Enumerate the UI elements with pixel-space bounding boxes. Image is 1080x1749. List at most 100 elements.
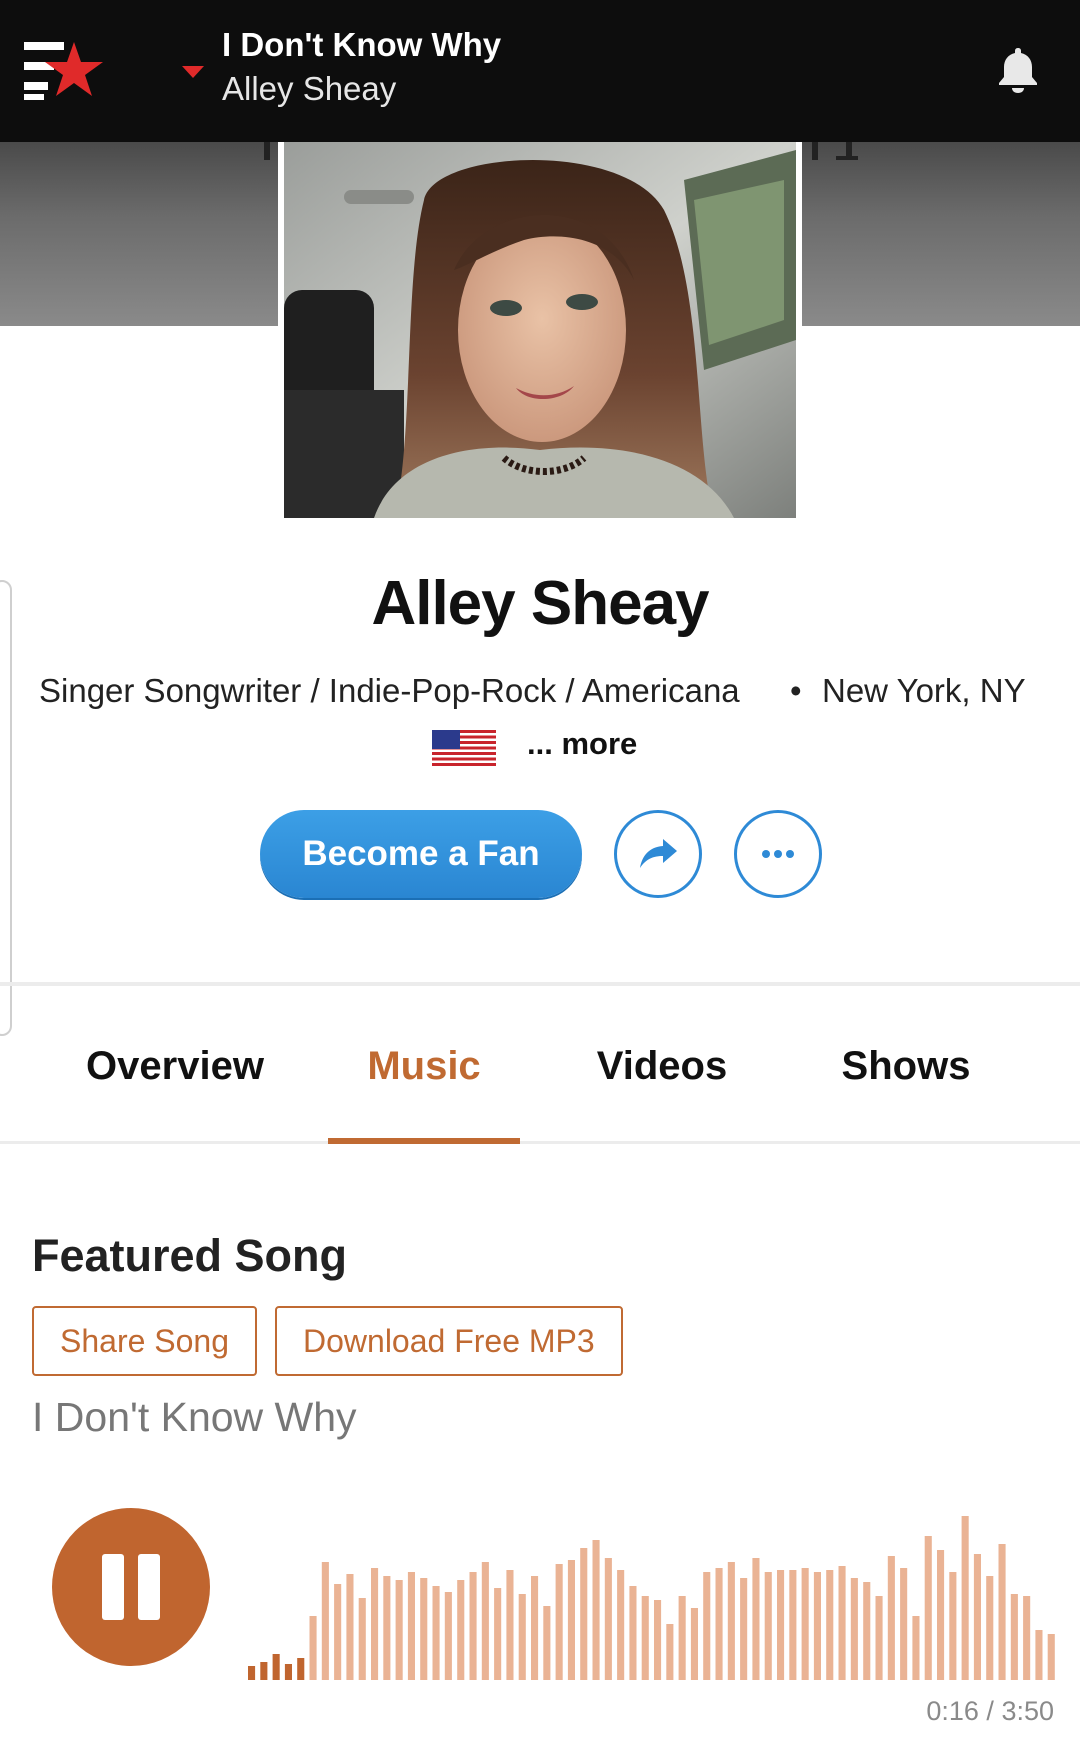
waveform-bar <box>260 1662 268 1680</box>
waveform-bar <box>777 1570 785 1680</box>
tab-music[interactable]: Music <box>328 986 520 1144</box>
now-playing-title[interactable]: I Don't Know Why <box>222 26 501 64</box>
waveform-bar <box>924 1536 932 1680</box>
waveform-bar <box>801 1568 809 1680</box>
waveform-bar <box>457 1580 465 1680</box>
waveform-bar <box>641 1596 649 1680</box>
artist-portrait-image <box>284 140 796 518</box>
banner-decoration <box>264 142 270 160</box>
waveform-bar <box>297 1658 305 1680</box>
waveform-bar <box>580 1548 588 1680</box>
waveform-bar <box>407 1572 415 1680</box>
waveform-bar <box>826 1570 834 1680</box>
waveform-bar <box>678 1596 686 1680</box>
banner-decoration <box>812 142 858 160</box>
waveform-bar <box>752 1558 760 1680</box>
waveform-bar <box>740 1578 748 1680</box>
waveform-bar <box>1035 1630 1043 1680</box>
waveform-bar <box>1047 1634 1055 1680</box>
divider <box>0 1141 1080 1144</box>
waveform-bar <box>358 1598 366 1680</box>
reverbnation-logo-icon[interactable] <box>24 40 106 102</box>
top-bar: I Don't Know Why Alley Sheay <box>0 0 1080 142</box>
more-options-button[interactable] <box>734 810 822 898</box>
profile-tabs: Overview Music Videos Shows <box>0 986 1080 1144</box>
waveform-bar <box>469 1572 477 1680</box>
become-fan-button[interactable]: Become a Fan <box>260 810 582 898</box>
waveform-bar <box>703 1572 711 1680</box>
download-mp3-button[interactable]: Download Free MP3 <box>275 1306 623 1376</box>
waveform-bar <box>838 1566 846 1680</box>
artist-name: Alley Sheay <box>371 569 709 638</box>
waveform-bar <box>863 1582 871 1680</box>
waveform-bar <box>567 1560 575 1680</box>
caret-down-icon[interactable] <box>180 64 206 80</box>
waveform-bar <box>900 1568 908 1680</box>
waveform-bar <box>912 1616 920 1680</box>
active-tab-indicator <box>328 1138 520 1144</box>
waveform-bar <box>432 1586 440 1680</box>
waveform-bar <box>420 1578 428 1680</box>
waveform-bar <box>789 1570 797 1680</box>
waveform-bar <box>1010 1594 1018 1680</box>
waveform-bar <box>764 1572 772 1680</box>
time-separator: / <box>986 1696 994 1726</box>
waveform-bar <box>813 1572 821 1680</box>
waveform-scrubber[interactable] <box>248 1500 1060 1680</box>
waveform-bar <box>248 1666 256 1680</box>
waveform-bar <box>555 1564 563 1680</box>
waveform-bar <box>986 1576 994 1680</box>
waveform-bar <box>543 1606 551 1680</box>
profile-photo[interactable] <box>278 140 802 522</box>
tab-overview[interactable]: Overview <box>80 986 270 1144</box>
us-flag-icon <box>432 730 496 766</box>
song-title: I Don't Know Why <box>32 1394 357 1440</box>
waveform-bar <box>346 1574 354 1680</box>
artist-genre: Singer Songwriter / Indie-Pop-Rock / Ame… <box>39 672 740 709</box>
waveform-bar <box>1023 1596 1031 1680</box>
waveform-bar <box>998 1544 1006 1680</box>
share-arrow-icon <box>640 839 677 868</box>
waveform-bar <box>973 1554 981 1680</box>
waveform-bar <box>850 1578 858 1680</box>
now-playing-artist[interactable]: Alley Sheay <box>222 70 396 108</box>
waveform-bar <box>887 1556 895 1680</box>
waveform-bar <box>494 1588 502 1680</box>
waveform-bar <box>309 1616 317 1680</box>
waveform-bar <box>506 1570 514 1680</box>
featured-song-heading: Featured Song <box>32 1230 348 1281</box>
waveform-bar <box>654 1600 662 1680</box>
tab-shows[interactable]: Shows <box>826 986 986 1144</box>
waveform-bar <box>383 1576 391 1680</box>
total-time: 3:50 <box>1001 1696 1054 1726</box>
waveform-bar <box>961 1516 969 1680</box>
waveform-bar <box>284 1664 292 1680</box>
waveform-bar <box>531 1576 539 1680</box>
side-drawer-handle[interactable] <box>0 580 12 1036</box>
elapsed-time: 0:16 <box>926 1696 979 1726</box>
meta-separator: • <box>790 672 802 709</box>
tab-videos[interactable]: Videos <box>584 986 740 1144</box>
waveform-bar <box>334 1584 342 1680</box>
waveform-bar <box>690 1608 698 1680</box>
share-song-button[interactable]: Share Song <box>32 1306 258 1376</box>
waveform-bar <box>321 1562 329 1680</box>
waveform-bar <box>949 1572 957 1680</box>
share-button[interactable] <box>614 810 702 898</box>
waveform-bar <box>604 1558 612 1680</box>
waveform-bar <box>592 1540 600 1680</box>
waveform-bar <box>395 1580 403 1680</box>
playback-time: 0:16 / 3:50 <box>926 1696 1054 1727</box>
waveform-bar <box>444 1592 452 1680</box>
bell-icon[interactable] <box>996 46 1040 94</box>
waveform-bar <box>272 1654 280 1680</box>
waveform-bar <box>518 1594 526 1680</box>
waveform-bar <box>715 1568 723 1680</box>
waveform-bar <box>666 1624 674 1680</box>
pause-button[interactable] <box>52 1508 210 1666</box>
waveform-bar <box>629 1586 637 1680</box>
waveform-bar <box>727 1562 735 1680</box>
more-info-link[interactable]: ... more <box>527 726 637 762</box>
waveform-bar <box>481 1562 489 1680</box>
waveform-bar <box>371 1568 379 1680</box>
